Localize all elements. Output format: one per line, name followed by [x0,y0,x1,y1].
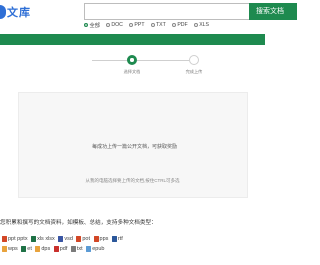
file-type-vsd: vsd [58,235,73,242]
step-line-right [137,60,189,61]
filter-label: DOC [111,22,123,28]
upload-button[interactable]: 每成功上传一篇公开文档，可获取奖励 [90,141,179,151]
filter-label: 全部 [89,22,100,29]
ppt-icon [2,235,7,242]
file-type-label: dps [41,245,51,252]
file-type-label: vsd [64,235,73,242]
file-type-txt: txt [70,245,83,252]
file-type-label: rtf [117,235,123,242]
file-type-label: et [27,245,32,252]
step-1-label: 选择文档 [123,69,141,74]
file-type-epub: epub [86,245,105,252]
vsd-icon [58,235,64,242]
file-type-label: pdf [59,245,68,252]
radio-icon[interactable] [171,23,176,27]
file-type-rtf: rtf [111,235,123,242]
file-type-wps: wps [2,245,18,252]
dps-icon [35,245,41,252]
upload-steps: 选择文档 完成上传 [0,53,265,79]
radio-icon[interactable] [193,23,198,27]
txt-icon [70,245,76,252]
step-2-label: 完成上传 [185,69,203,74]
filter-pdf[interactable]: PDF [171,22,188,28]
radio-icon[interactable] [84,23,88,27]
step-line-left [92,60,127,61]
search-button[interactable]: 搜索文档 [249,3,297,20]
file-type-label: ppt pptx [8,235,28,242]
filter-label: XLS [199,22,210,28]
file-types-row-2: wps et dps pdf txt epub [2,245,108,252]
epub-icon [86,245,92,252]
radio-icon[interactable] [128,23,133,27]
pdf-icon [53,245,59,252]
filter-doc[interactable]: DOC [105,22,123,28]
filter-ppt[interactable]: PPT [128,22,145,28]
rtf-icon [111,235,117,242]
search-input[interactable] [84,3,249,20]
file-type-xls: xls xlsx [31,235,55,242]
file-type-et: et [21,245,32,252]
radio-icon[interactable] [150,23,155,27]
file-type-label: wps [8,245,18,252]
file-type-pdf: pdf [53,245,68,252]
filter-txt[interactable]: TXT [150,22,166,28]
logo-text: 文库 [7,7,31,19]
file-types-row-1: ppt pptx xls xlsx vsd pot pps rtf [2,235,126,242]
logo-icon [0,5,6,19]
filter-xls[interactable]: XLS [193,22,210,28]
file-type-ppt: ppt pptx [2,235,28,242]
site-logo[interactable]: 文库 [0,2,31,22]
pps-icon [93,235,99,242]
step-2-icon [189,55,199,65]
file-type-label: pps [99,235,109,242]
filter-label: PDF [177,22,188,28]
et-icon [21,245,27,252]
file-type-label: pot [82,235,91,242]
filter-label: TXT [156,22,166,28]
wps-icon [2,245,7,252]
supported-types-text: 您积累和撰写的文档资料，如模板、总结，支持多种文档类型： [0,220,157,226]
green-nav-bar [0,34,265,45]
file-type-label: txt [76,245,83,252]
file-type-label: epub [92,245,105,252]
file-type-dps: dps [35,245,51,252]
file-type-label: xls xlsx [37,235,55,242]
file-type-pps: pps [93,235,109,242]
step-1-active-icon [127,55,137,65]
radio-icon[interactable] [105,23,110,27]
filter-label: PPT [134,22,145,28]
upload-hint: 从我的电脑选择要上传的文档,按住CTRL可多选 [85,178,180,183]
pot-icon [76,235,82,242]
filter-全部[interactable]: 全部 [84,22,100,29]
file-type-pot: pot [76,235,91,242]
xls-icon [31,235,37,242]
doc-type-filters: 全部 DOC PPT TXT PDF XLS [84,20,215,30]
